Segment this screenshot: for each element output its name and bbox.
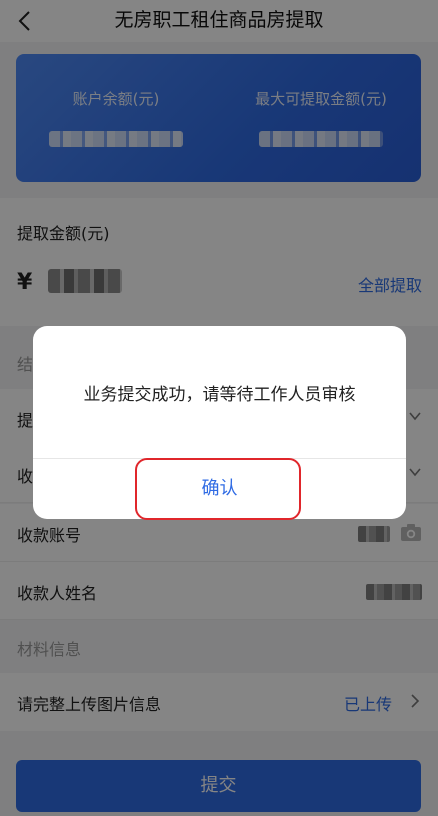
- confirm-button-highlight: [135, 458, 301, 520]
- dialog-message: 业务提交成功，请等待工作人员审核: [83, 385, 356, 405]
